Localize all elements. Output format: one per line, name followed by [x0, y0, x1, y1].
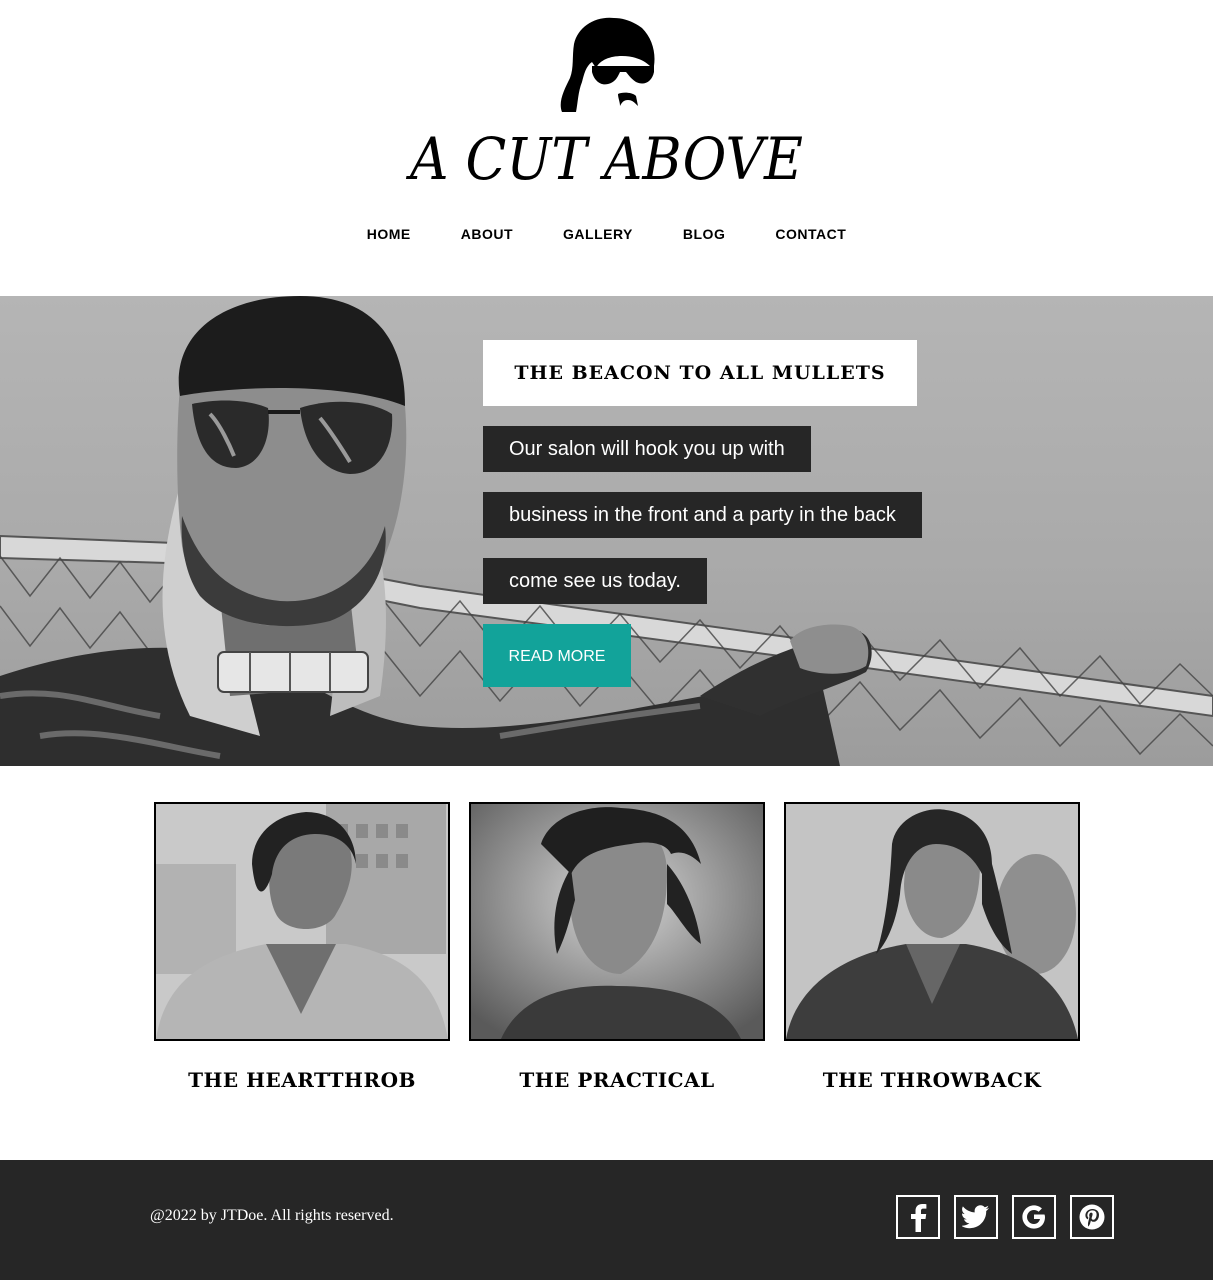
- pinterest-link[interactable]: [1070, 1195, 1114, 1239]
- style-photo-throwback[interactable]: [784, 802, 1080, 1041]
- style-card-heartthrob[interactable]: THE HEARTTHROB: [154, 802, 450, 1092]
- style-card-throwback[interactable]: THE THROWBACK: [784, 802, 1080, 1092]
- style-name-heartthrob: THE HEARTTHROB: [188, 1068, 416, 1092]
- mullet-logo-icon[interactable]: [556, 16, 660, 116]
- pinterest-icon: [1079, 1204, 1105, 1230]
- style-name-throwback: THE THROWBACK: [822, 1068, 1042, 1092]
- hero-text-line-1: Our salon will hook you up with: [483, 426, 811, 472]
- style-photo-heartthrob[interactable]: [154, 802, 450, 1041]
- hero-text-line-2: business in the front and a party in the…: [483, 492, 922, 538]
- main-nav: HOME ABOUT GALLERY BLOG CONTACT: [0, 226, 1213, 242]
- style-photo-practical[interactable]: [469, 802, 765, 1041]
- read-more-button[interactable]: READ MORE: [483, 624, 631, 687]
- site-footer: @2022 by JTDoe. All rights reserved.: [0, 1160, 1213, 1280]
- google-link[interactable]: [1012, 1195, 1056, 1239]
- style-card-practical[interactable]: THE PRACTICAL: [469, 802, 765, 1092]
- site-header: A CUT ABOVE HOME ABOUT GALLERY BLOG CONT…: [0, 0, 1213, 296]
- nav-gallery[interactable]: GALLERY: [538, 226, 658, 242]
- style-name-practical: THE PRACTICAL: [519, 1068, 715, 1092]
- hero-text-line-3: come see us today.: [483, 558, 707, 604]
- brand-name[interactable]: A CUT ABOVE: [49, 124, 1165, 194]
- nav-about[interactable]: ABOUT: [436, 226, 538, 242]
- twitter-icon: [962, 1205, 989, 1229]
- facebook-icon: [911, 1204, 927, 1232]
- twitter-link[interactable]: [954, 1195, 998, 1239]
- hero-banner: THE BEACON TO ALL MULLETS Our salon will…: [0, 296, 1213, 766]
- nav-home[interactable]: HOME: [342, 226, 436, 242]
- hero-title: THE BEACON TO ALL MULLETS: [483, 340, 917, 406]
- facebook-link[interactable]: [896, 1195, 940, 1239]
- nav-contact[interactable]: CONTACT: [750, 226, 871, 242]
- google-icon: [1022, 1205, 1045, 1229]
- nav-blog[interactable]: BLOG: [658, 226, 750, 242]
- copyright-text: @2022 by JTDoe. All rights reserved.: [150, 1207, 394, 1224]
